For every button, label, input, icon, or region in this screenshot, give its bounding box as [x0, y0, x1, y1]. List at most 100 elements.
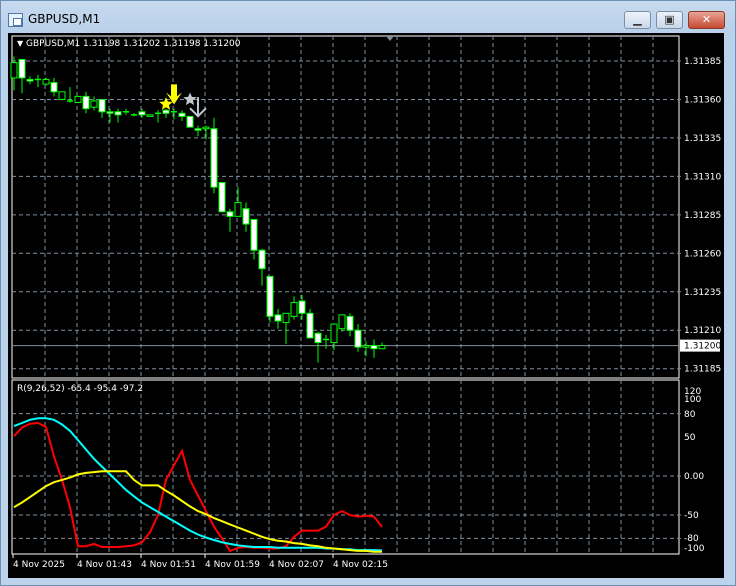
- candle: [42, 77, 50, 86]
- indicator-tick-label: 0.00: [684, 472, 704, 482]
- candle-body: [218, 182, 226, 213]
- candle-body: [330, 323, 338, 344]
- candle: [290, 296, 298, 320]
- candle-body: [18, 58, 26, 79]
- candle-body: [202, 126, 210, 130]
- candle-body: [314, 332, 322, 344]
- candle: [330, 323, 338, 351]
- candle: [242, 202, 250, 232]
- time-axis-label: 4 Nov 02:07: [269, 560, 324, 570]
- candle: [298, 294, 306, 320]
- candle: [74, 95, 82, 104]
- candle-body: [98, 98, 106, 113]
- chart-shift-marker-icon: [386, 36, 394, 41]
- candle-body: [290, 302, 298, 317]
- candle-body: [298, 300, 306, 314]
- candle-body: [346, 315, 354, 331]
- time-axis-label: 4 Nov 02:15: [333, 560, 388, 570]
- indicator-line: [13, 421, 383, 553]
- price-tick-label: 1.31385: [684, 57, 721, 67]
- candle-body: [210, 128, 218, 188]
- indicator-pane-border: [11, 379, 680, 555]
- time-axis-label: 4 Nov 2025: [13, 560, 65, 570]
- candle: [146, 114, 154, 117]
- candle-body: [90, 100, 98, 108]
- candle: [178, 110, 186, 121]
- candle: [306, 308, 314, 339]
- candle: [210, 117, 218, 194]
- candle-body: [362, 345, 370, 348]
- candle: [226, 208, 234, 232]
- candle-body: [74, 95, 82, 104]
- candle: [362, 341, 370, 357]
- candle-body: [162, 109, 170, 114]
- price-tick-label: 1.31335: [684, 134, 721, 144]
- candle-body: [234, 202, 242, 217]
- candle-body: [338, 314, 346, 330]
- candle: [90, 96, 98, 111]
- candle: [171, 108, 177, 120]
- chart-header: ▼ GBPUSD,M1 1.31198 1.31202 1.31198 1.31…: [17, 39, 241, 49]
- indicator-tick-label: 100: [684, 395, 701, 405]
- candle: [346, 313, 354, 337]
- indicator-tick-label: -80: [684, 534, 699, 544]
- candle-body: [354, 329, 362, 348]
- candle: [58, 91, 66, 100]
- candle: [155, 110, 161, 123]
- candle-body: [250, 218, 258, 251]
- price-tick-label: 1.31185: [684, 365, 721, 375]
- ohlc-readout: GBPUSD,M1 1.31198 1.31202 1.31198 1.3120…: [26, 39, 241, 49]
- current-price-label: 1.31200: [684, 342, 721, 352]
- price-tick-label: 1.31285: [684, 211, 721, 221]
- price-tick-label: 1.31235: [684, 288, 721, 298]
- candle-body: [58, 91, 66, 100]
- price-tick-label: 1.31360: [684, 95, 721, 105]
- indicator-tick-label: 50: [684, 433, 696, 443]
- candle-body: [282, 312, 290, 324]
- candle-body: [42, 78, 50, 85]
- candle: [370, 339, 378, 358]
- candle: [258, 248, 266, 286]
- candle: [162, 108, 170, 118]
- candle-body: [266, 275, 274, 317]
- time-axis-label: 4 Nov 01:51: [141, 560, 196, 570]
- candle-body: [50, 82, 58, 93]
- candle-body: [194, 128, 202, 131]
- candle-body: [242, 208, 250, 225]
- candle-body: [146, 114, 154, 117]
- candle-body: [178, 112, 186, 117]
- indicator-line: [13, 417, 383, 552]
- candle-body: [226, 211, 234, 217]
- time-axis-label: 4 Nov 01:43: [77, 560, 132, 570]
- candle-body: [114, 111, 122, 116]
- candle-body: [306, 312, 314, 339]
- indicator-tick-label: -50: [684, 511, 699, 521]
- candle: [82, 91, 90, 114]
- indicator-tick-label: 80: [684, 410, 696, 420]
- candle: [138, 108, 146, 118]
- candle-body: [186, 115, 194, 128]
- candle: [131, 113, 137, 117]
- candle-body: [274, 314, 282, 322]
- chart-menu-triangle-icon[interactable]: ▼: [17, 39, 23, 48]
- price-tick-label: 1.31260: [684, 249, 721, 259]
- candle: [123, 108, 129, 115]
- candle-body: [258, 249, 266, 270]
- price-tick-label: 1.31210: [684, 326, 721, 336]
- candle: [114, 108, 122, 123]
- candle-body: [26, 78, 34, 82]
- price-tick-label: 1.31310: [684, 172, 721, 182]
- candle-body: [106, 111, 114, 114]
- down-arrow-icon: [166, 84, 182, 105]
- candle: [67, 87, 73, 103]
- candle: [274, 308, 282, 329]
- candle: [282, 312, 290, 345]
- candle-body: [378, 345, 386, 350]
- candle: [202, 125, 210, 140]
- candle: [378, 342, 386, 350]
- candle-body: [10, 62, 18, 79]
- price-chart[interactable]: 1.31385 1.31360 1.31335 1.31310 1.31285 1.312…: [0, 0, 736, 586]
- candle: [98, 98, 106, 118]
- candle: [186, 115, 194, 128]
- candle: [35, 74, 41, 88]
